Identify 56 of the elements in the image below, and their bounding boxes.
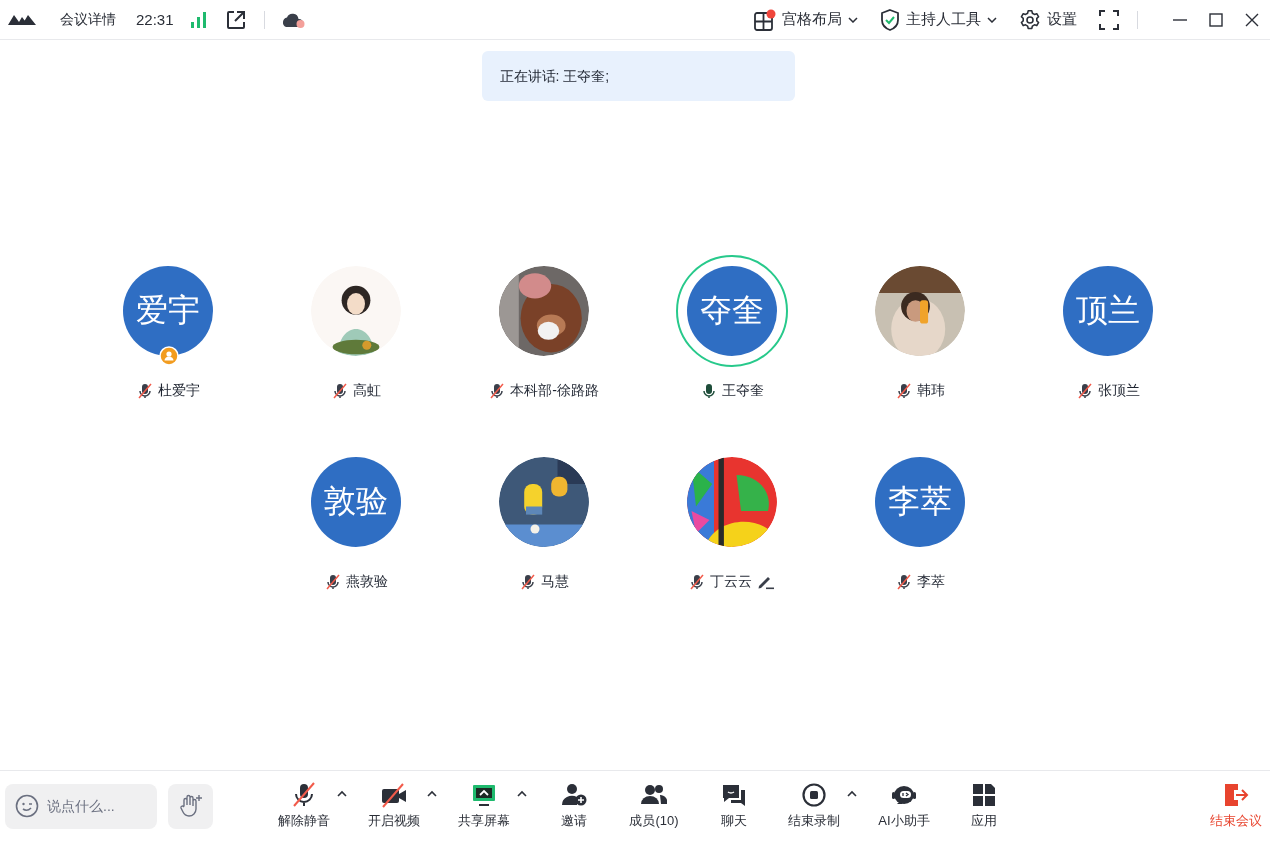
chat-icon [721, 782, 747, 808]
host-tools-button[interactable]: 主持人工具 [880, 8, 997, 31]
chat-input-field[interactable]: 说点什么... [47, 798, 147, 814]
stop-record-icon [801, 782, 827, 808]
toolbar-button[interactable]: 应用 [951, 782, 1017, 830]
participant-name: 燕敦验 [345, 573, 388, 591]
participant-name: 马慧 [540, 573, 569, 591]
speaking-banner: 正在讲话: 王夺奎; [481, 51, 795, 101]
shield-icon [880, 8, 900, 31]
close-icon[interactable] [1244, 11, 1260, 28]
participant-name: 李萃 [916, 573, 945, 591]
participant-name: 张顶兰 [1097, 382, 1140, 400]
grid-layout-button[interactable]: 宫格布局 [754, 8, 858, 31]
caret-icon[interactable] [337, 790, 347, 797]
camera-off-icon [381, 782, 407, 808]
window-title: 会议详情 [60, 10, 116, 29]
apps-icon [971, 782, 997, 808]
participant-name: 高虹 [352, 382, 381, 400]
participant-name: 丁云云 [710, 573, 752, 591]
toolbar-button[interactable]: 开启视频 [361, 782, 427, 830]
add-user-icon [561, 782, 587, 808]
signal-icon [189, 11, 208, 28]
caret-icon[interactable] [517, 790, 527, 797]
toolbar-button[interactable]: AI小助手 [871, 782, 937, 830]
caret-icon[interactable] [427, 790, 437, 797]
fullscreen-icon[interactable] [1099, 9, 1119, 30]
toolbar-button[interactable]: 解除静音 [271, 782, 337, 830]
emoji-icon[interactable] [15, 794, 39, 818]
toolbar-button[interactable]: 结束录制 [781, 782, 847, 830]
exit-icon [1223, 782, 1249, 808]
participant-name: 王夺奎 [721, 382, 764, 400]
caret-icon [987, 16, 997, 23]
external-link-icon[interactable] [225, 9, 246, 30]
avatar: 爱宇 [123, 266, 213, 356]
clock-time: 22:31 [136, 11, 174, 28]
avatar: 李萃 [875, 457, 965, 547]
participant-name: 本科部-徐路路 [510, 382, 599, 400]
avatar: 敦验 [311, 457, 401, 547]
toolbar-button[interactable]: 成员(10) [621, 782, 687, 830]
maximize-icon[interactable] [1208, 11, 1224, 28]
hand-icon [177, 793, 204, 819]
settings-icon [1019, 8, 1041, 31]
caret-icon [848, 16, 858, 23]
toolbar-button[interactable]: 聊天 [701, 782, 767, 830]
muted-mic-icon [291, 782, 317, 808]
avatar: 顶兰 [1063, 266, 1153, 356]
end-meeting-button[interactable]: 结束会议 [1210, 782, 1262, 830]
screen-share-icon [471, 782, 497, 808]
avatar: 夺奎 [687, 266, 777, 356]
raise-hand-button[interactable] [168, 783, 213, 829]
toolbar-button[interactable]: 共享屏幕 [451, 782, 517, 830]
participant-name: 杜爱宇 [157, 382, 200, 400]
caret-icon[interactable] [847, 790, 857, 797]
participant-name: 韩玮 [916, 382, 945, 400]
toolbar-button[interactable]: 邀请 [541, 782, 607, 830]
settings-button[interactable]: 设置 [1019, 8, 1077, 31]
